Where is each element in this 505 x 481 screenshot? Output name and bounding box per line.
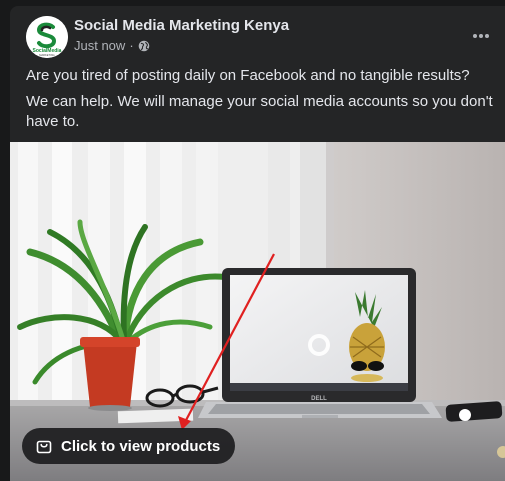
post-paragraph: Are you tired of posting daily on Facebo… bbox=[26, 67, 470, 84]
shopping-bag-icon bbox=[36, 440, 52, 454]
post-card: SocialMedia MARKETING Social Media Marke… bbox=[10, 6, 505, 481]
logo-subtext: MARKETING bbox=[39, 53, 54, 57]
avatar[interactable]: SocialMedia MARKETING bbox=[26, 16, 68, 58]
view-products-label: Click to view products bbox=[61, 437, 221, 455]
post-message: Are you tired of posting daily on Facebo… bbox=[26, 66, 496, 138]
page-name-link[interactable]: Social Media Marketing Kenya bbox=[74, 17, 289, 34]
view-products-button[interactable]: Click to view products bbox=[22, 428, 236, 464]
globe-icon[interactable] bbox=[138, 40, 150, 52]
page-logo-icon: SocialMedia MARKETING bbox=[26, 16, 68, 58]
feed-background: SocialMedia MARKETING Social Media Marke… bbox=[0, 0, 505, 481]
post-meta: Just now · bbox=[74, 38, 150, 53]
post-header: SocialMedia MARKETING Social Media Marke… bbox=[10, 6, 505, 62]
post-paragraph: We can help. We will manage your social … bbox=[26, 93, 493, 130]
meta-separator: · bbox=[129, 38, 134, 53]
more-dots-icon bbox=[473, 34, 489, 38]
post-media[interactable]: DELL Click to view products bbox=[10, 142, 505, 481]
post-timestamp[interactable]: Just now bbox=[74, 38, 125, 53]
laptop-brand: DELL bbox=[311, 396, 327, 402]
more-options-button[interactable] bbox=[469, 24, 493, 48]
laptop: DELL bbox=[198, 268, 442, 418]
